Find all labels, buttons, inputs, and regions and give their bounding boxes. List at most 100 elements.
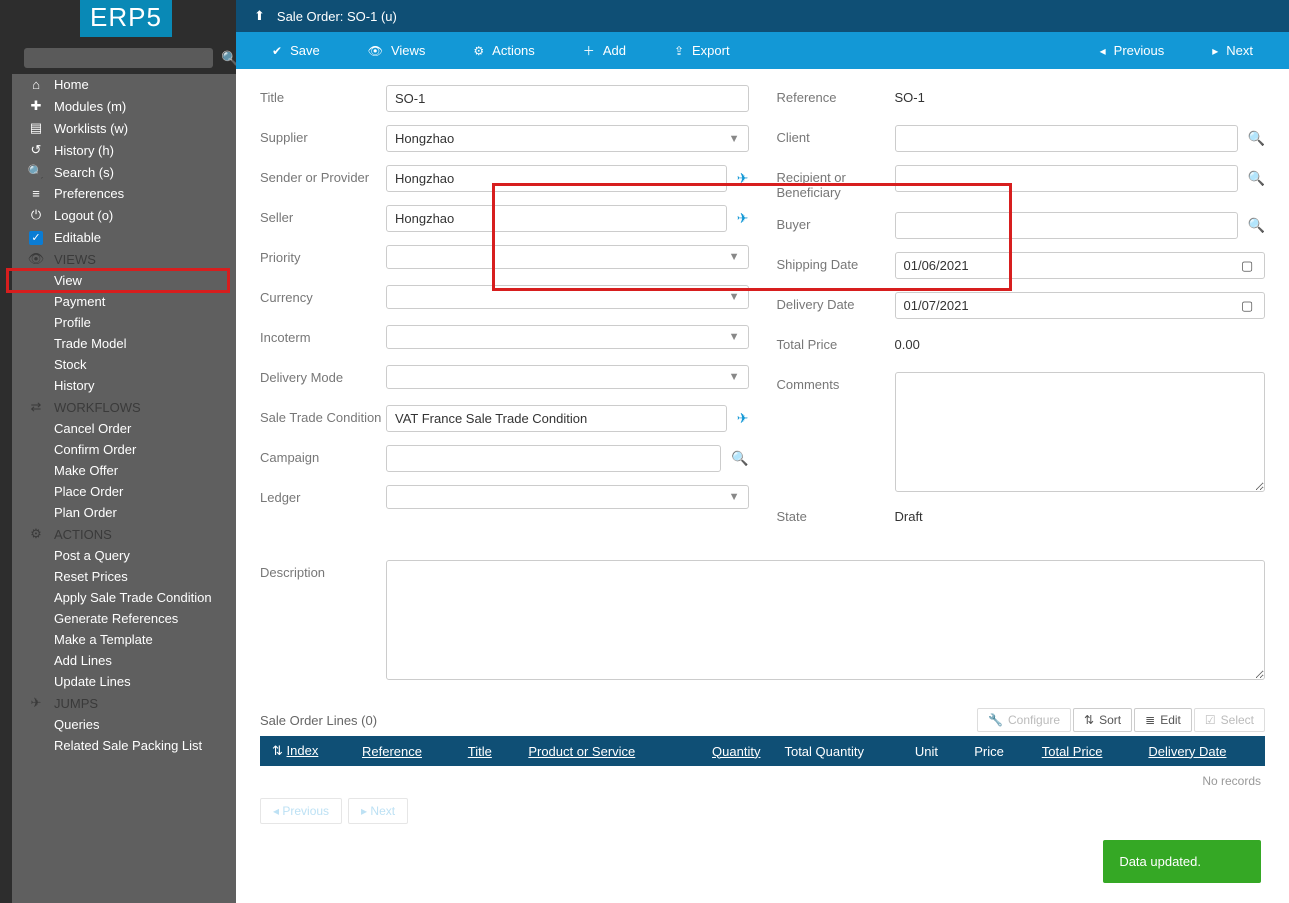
sub-generate-references[interactable]: Generate References: [12, 608, 236, 629]
sub-view[interactable]: View: [12, 270, 236, 291]
supplier-label: Supplier: [260, 125, 386, 145]
col-index[interactable]: ⇅ Index: [260, 736, 350, 766]
sub-history[interactable]: History: [12, 375, 236, 396]
plane-icon[interactable]: ✈: [737, 410, 749, 427]
sub-update-lines[interactable]: Update Lines: [12, 671, 236, 692]
title-input[interactable]: [386, 85, 749, 112]
sub-place-order[interactable]: Place Order: [12, 481, 236, 502]
nav-preferences[interactable]: ≡Preferences: [12, 183, 236, 204]
sort-icon: ⇅: [1084, 713, 1094, 727]
actions-button[interactable]: ⚙Actions: [449, 32, 558, 69]
no-records-text: No records: [260, 766, 1265, 792]
col-quantity[interactable]: Quantity: [681, 736, 772, 766]
comments-textarea[interactable]: [895, 372, 1266, 492]
search-icon[interactable]: 🔍: [1248, 130, 1265, 147]
sort-icon: ⇅: [272, 743, 283, 758]
sub-trade-model[interactable]: Trade Model: [12, 333, 236, 354]
nav-home[interactable]: ⌂Home: [12, 74, 236, 95]
search-icon[interactable]: 🔍: [1248, 170, 1265, 187]
up-arrow-icon[interactable]: ⬆: [254, 8, 265, 24]
supplier-select[interactable]: Hongzhao▼: [386, 125, 749, 152]
plane-icon[interactable]: ✈: [737, 170, 749, 187]
shippingdate-input[interactable]: [895, 252, 1266, 279]
incoterm-select[interactable]: ▼: [386, 325, 749, 349]
puzzle-icon: ✚: [26, 98, 46, 114]
nav-label: Search (s): [54, 165, 114, 180]
nav-logout[interactable]: ⏻Logout (o): [12, 204, 236, 226]
deliverydate-input[interactable]: [895, 292, 1266, 319]
checkbox-icon[interactable]: ✓: [29, 231, 43, 245]
previous-button[interactable]: ◂Previous: [1076, 32, 1189, 69]
client-input[interactable]: [895, 125, 1238, 152]
currency-label: Currency: [260, 285, 386, 305]
shuffle-icon: ⇄: [26, 399, 46, 415]
sub-queries[interactable]: Queries: [12, 714, 236, 735]
sub-cancel-order[interactable]: Cancel Order: [12, 418, 236, 439]
sub-add-lines[interactable]: Add Lines: [12, 650, 236, 671]
sub-profile[interactable]: Profile: [12, 312, 236, 333]
sort-button[interactable]: ⇅Sort: [1073, 708, 1132, 732]
ledger-select[interactable]: ▼: [386, 485, 749, 509]
export-button[interactable]: ⇪Export: [650, 32, 754, 69]
seller-label: Seller: [260, 205, 386, 225]
sliders-icon: ≡: [26, 186, 46, 201]
sub-related-spl[interactable]: Related Sale Packing List: [12, 735, 236, 756]
recipient-input[interactable]: [895, 165, 1238, 192]
sender-input[interactable]: [386, 165, 727, 192]
search-icon[interactable]: 🔍: [731, 450, 748, 467]
sub-payment[interactable]: Payment: [12, 291, 236, 312]
nav-editable[interactable]: ✓Editable: [12, 226, 236, 248]
search-icon[interactable]: 🔍: [221, 50, 236, 67]
state-value: Draft: [895, 504, 923, 524]
pager-previous-button[interactable]: ◂ Previous: [260, 798, 342, 824]
sub-stock[interactable]: Stock: [12, 354, 236, 375]
sub-apply-stc[interactable]: Apply Sale Trade Condition: [12, 587, 236, 608]
description-textarea[interactable]: [386, 560, 1265, 680]
wrench-icon: 🔧: [988, 713, 1003, 727]
calendar-icon[interactable]: ▢: [1241, 298, 1253, 314]
plane-icon[interactable]: ✈: [737, 210, 749, 227]
col-product[interactable]: Product or Service: [516, 736, 681, 766]
lines-title: Sale Order Lines (0): [260, 713, 377, 728]
sub-make-offer[interactable]: Make Offer: [12, 460, 236, 481]
nav-label: Home: [54, 77, 89, 92]
nav-worklists[interactable]: ▤Worklists (w): [12, 117, 236, 139]
views-button[interactable]: 👁Views: [344, 32, 450, 69]
nav-history[interactable]: ↺History (h): [12, 139, 236, 161]
toast-notification: Data updated.: [1103, 840, 1261, 883]
col-total-price[interactable]: Total Price: [1030, 736, 1137, 766]
calendar-icon[interactable]: ▢: [1241, 258, 1253, 274]
col-title[interactable]: Title: [456, 736, 517, 766]
sub-post-query[interactable]: Post a Query: [12, 545, 236, 566]
section-actions: ⚙ACTIONS: [12, 523, 236, 545]
sub-plan-order[interactable]: Plan Order: [12, 502, 236, 523]
comments-label: Comments: [777, 372, 895, 392]
sub-make-template[interactable]: Make a Template: [12, 629, 236, 650]
edit-button[interactable]: ≣Edit: [1134, 708, 1192, 732]
nav-search[interactable]: 🔍Search (s): [12, 161, 236, 183]
next-button[interactable]: ▸Next: [1188, 32, 1277, 69]
stc-input[interactable]: [386, 405, 727, 432]
sub-reset-prices[interactable]: Reset Prices: [12, 566, 236, 587]
col-price: Price: [962, 736, 1030, 766]
col-reference[interactable]: Reference: [350, 736, 456, 766]
currency-select[interactable]: ▼: [386, 285, 749, 309]
list-icon: ▤: [26, 120, 46, 136]
add-button[interactable]: ＋Add: [559, 32, 650, 69]
eye-icon: 👁: [368, 44, 383, 58]
stc-label: Sale Trade Condition: [260, 405, 386, 425]
pager-next-button[interactable]: ▸ Next: [348, 798, 408, 824]
chevron-down-icon: ▼: [729, 331, 740, 343]
client-label: Client: [777, 125, 895, 145]
save-button[interactable]: ✔Save: [248, 32, 344, 69]
nav-modules[interactable]: ✚Modules (m): [12, 95, 236, 117]
col-delivery-date[interactable]: Delivery Date: [1136, 736, 1265, 766]
priority-select[interactable]: ▼: [386, 245, 749, 269]
sidebar-search-input[interactable]: [24, 48, 213, 68]
deliverymode-select[interactable]: ▼: [386, 365, 749, 389]
seller-input[interactable]: [386, 205, 727, 232]
campaign-input[interactable]: [386, 445, 721, 472]
buyer-input[interactable]: [895, 212, 1238, 239]
sub-confirm-order[interactable]: Confirm Order: [12, 439, 236, 460]
search-icon[interactable]: 🔍: [1248, 217, 1265, 234]
